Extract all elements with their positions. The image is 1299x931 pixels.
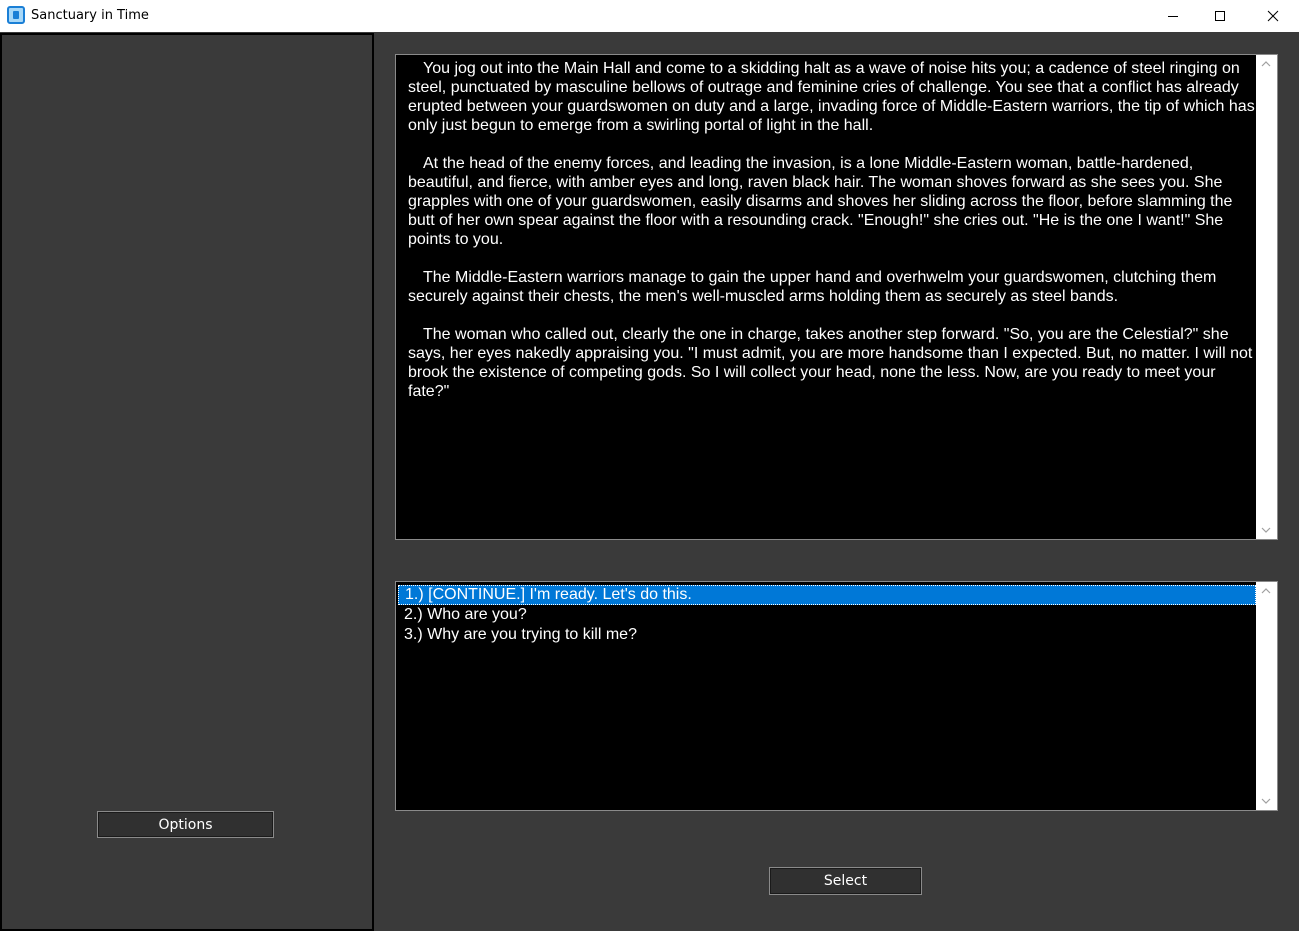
story-scrollbar[interactable] [1256, 55, 1277, 539]
title-bar: Sanctuary in Time [0, 0, 1299, 32]
close-button[interactable] [1250, 0, 1296, 31]
choice-list: 1.) [CONTINUE.] I'm ready. Let's do this… [398, 585, 1256, 645]
sidebar-panel [0, 33, 374, 931]
scroll-up-icon[interactable] [1261, 59, 1271, 69]
story-paragraph: The Middle-Eastern warriors manage to ga… [408, 269, 1217, 305]
scroll-up-icon[interactable] [1261, 586, 1271, 596]
scroll-down-icon[interactable] [1261, 525, 1271, 535]
minimize-button[interactable] [1150, 0, 1196, 31]
story-paragraph: You jog out into the Main Hall and come … [408, 60, 1255, 134]
app-icon [7, 6, 25, 24]
maximize-icon [1215, 10, 1225, 21]
story-paragraph: The woman who called out, clearly the on… [408, 326, 1253, 400]
close-icon [1267, 10, 1279, 21]
choice-scrollbar[interactable] [1256, 582, 1277, 810]
story-paragraph: At the head of the enemy forces, and lea… [408, 155, 1233, 248]
minimize-icon [1168, 15, 1178, 17]
story-text-panel[interactable]: You jog out into the Main Hall and come … [395, 54, 1278, 540]
choice-list-panel[interactable]: 1.) [CONTINUE.] I'm ready. Let's do this… [395, 581, 1278, 811]
choice-item[interactable]: 1.) [CONTINUE.] I'm ready. Let's do this… [398, 585, 1256, 605]
story-text: You jog out into the Main Hall and come … [408, 59, 1256, 420]
choice-item[interactable]: 2.) Who are you? [398, 605, 1256, 625]
maximize-button[interactable] [1197, 0, 1243, 31]
choice-item[interactable]: 3.) Why are you trying to kill me? [398, 625, 1256, 645]
window-title: Sanctuary in Time [31, 8, 149, 23]
scroll-down-icon[interactable] [1261, 796, 1271, 806]
options-button[interactable]: Options [97, 811, 274, 838]
select-button[interactable]: Select [769, 867, 922, 895]
